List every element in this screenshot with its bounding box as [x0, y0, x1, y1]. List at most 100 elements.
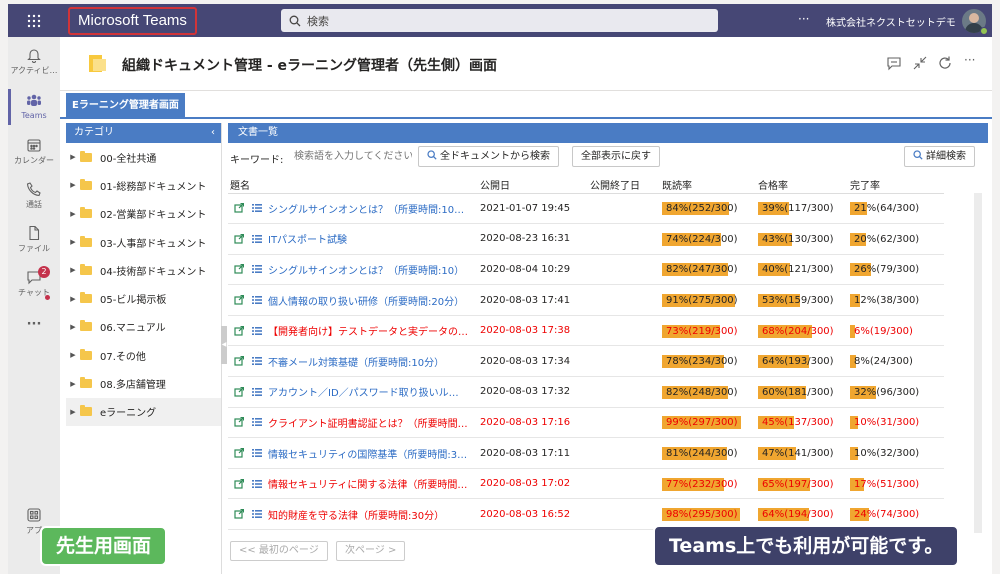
keyword-input[interactable]	[294, 147, 412, 165]
rail-item-calendar[interactable]: カレンダー	[8, 137, 60, 166]
tab-elearning-admin[interactable]: Eラーニング管理者画面	[66, 93, 185, 119]
category-item[interactable]: ▶ 01-総務部ドキュメント	[66, 171, 221, 199]
expand-caret-icon[interactable]: ▶	[66, 351, 80, 359]
list-icon[interactable]	[252, 509, 262, 519]
expand-caret-icon[interactable]: ▶	[66, 266, 80, 274]
category-item[interactable]: ▶ 06.マニュアル	[66, 313, 221, 341]
done-cell: 21%(64/300)	[848, 193, 944, 225]
document-title-link[interactable]: アカウント／ID／パスワード取り扱いルール…	[268, 384, 468, 399]
more-options-icon[interactable]: ···	[964, 53, 980, 69]
app-launcher-icon[interactable]	[8, 4, 60, 37]
end-date-cell	[588, 284, 660, 316]
category-item[interactable]: ▶ 07.その他	[66, 341, 221, 369]
open-external-icon[interactable]	[234, 478, 244, 489]
document-title-link[interactable]: 情報セキュリティに関する法律（所要時間:3…	[268, 476, 468, 491]
document-title-link[interactable]: 【開発者向け】テストデータと実データの取…	[268, 323, 468, 338]
open-external-icon[interactable]	[234, 325, 244, 336]
column-end-date[interactable]: 公開終了日	[588, 176, 660, 194]
table-row[interactable]: 不審メール対策基礎（所要時間:10分） 2020-08-03 17:34 78%(2…	[228, 345, 944, 378]
column-title[interactable]: 題名	[228, 176, 478, 194]
show-all-button[interactable]: 全部表示に戻す	[572, 146, 660, 167]
open-external-icon[interactable]	[234, 356, 244, 366]
column-completion-rate[interactable]: 完了率	[848, 176, 944, 194]
open-external-icon[interactable]	[234, 295, 244, 305]
list-icon[interactable]	[252, 234, 262, 244]
list-icon[interactable]	[252, 448, 262, 458]
expand-caret-icon[interactable]: ▶	[66, 210, 80, 218]
open-external-icon[interactable]	[234, 386, 244, 397]
category-item[interactable]: ▶ 04-技術部ドキュメント	[66, 256, 221, 284]
table-row[interactable]: 情報セキュリティの国際基準（所要時間:30… 2020-08-03 17:11 81…	[228, 437, 944, 469]
rail-more-button[interactable]: ···	[8, 317, 60, 332]
column-read-rate[interactable]: 既読率	[660, 176, 756, 194]
first-page-button[interactable]: << 最初のページ	[230, 541, 328, 561]
table-scrollbar[interactable]	[974, 193, 982, 533]
open-external-icon[interactable]	[234, 233, 244, 244]
rail-item-chat[interactable]: 2 チャット	[8, 266, 60, 300]
document-title-link[interactable]: 個人情報の取り扱い研修（所要時間:20分）	[268, 293, 464, 308]
category-item[interactable]: ▶ 03-人事部ドキュメント	[66, 228, 221, 256]
document-title-link[interactable]: 不審メール対策基礎（所要時間:10分）	[268, 354, 444, 369]
done-bar: 6%(19/300)	[850, 323, 934, 339]
open-external-icon[interactable]	[234, 203, 244, 213]
list-icon[interactable]	[252, 417, 262, 427]
category-item[interactable]: ▶ 00-全社共通	[66, 143, 221, 171]
table-row[interactable]: 【開発者向け】テストデータと実データの取… 2020-08-03 17:38 73%…	[228, 315, 944, 347]
next-page-button[interactable]: 次ページ >	[336, 541, 406, 561]
category-item[interactable]: ▶ eラーニング	[66, 397, 221, 426]
document-title-link[interactable]: クライアント証明書認証とは？（所要時間:1…	[268, 415, 468, 430]
list-icon[interactable]	[252, 203, 262, 213]
table-row[interactable]: クライアント証明書認証とは？（所要時間:1… 2020-08-03 17:16 99…	[228, 407, 944, 439]
table-row[interactable]: シングルサインオンとは？（所要時間:10）01 2021-01-07 19:45 8…	[228, 193, 944, 225]
document-title-link[interactable]: シングルサインオンとは？（所要時間:10）	[268, 262, 464, 277]
rail-item-activity[interactable]: アクティビ…	[8, 47, 60, 76]
category-item[interactable]: ▶ 02-営業部ドキュメント	[66, 200, 221, 228]
document-title-link[interactable]: ITパスポート試験	[268, 231, 347, 246]
table-row[interactable]: ITパスポート試験 2020-08-23 16:31 74%(224/300) 43%…	[228, 223, 944, 255]
table-row[interactable]: アカウント／ID／パスワード取り扱いルール… 2020-08-03 17:32 82…	[228, 376, 944, 408]
rail-item-calls[interactable]: 通話	[8, 181, 60, 210]
rail-label: 通話	[26, 200, 42, 209]
expand-caret-icon[interactable]: ▶	[66, 323, 80, 331]
list-icon[interactable]	[252, 356, 262, 366]
table-row[interactable]: 個人情報の取り扱い研修（所要時間:20分） 2020-08-03 17:41 91%…	[228, 284, 944, 316]
conversation-icon[interactable]	[886, 55, 902, 71]
rail-item-teams[interactable]: Teams	[8, 93, 60, 120]
document-title-link[interactable]: シングルサインオンとは？（所要時間:10）01	[268, 201, 468, 216]
open-external-icon[interactable]	[234, 448, 244, 458]
tenant-name[interactable]: 株式会社ネクストセットデモ	[826, 14, 956, 29]
document-title-link[interactable]: 情報セキュリティの国際基準（所要時間:30…	[268, 446, 468, 461]
list-icon[interactable]	[252, 479, 262, 489]
expand-caret-icon[interactable]: ▶	[66, 408, 80, 416]
search-all-button[interactable]: 全ドキュメントから検索	[418, 146, 559, 167]
expand-caret-icon[interactable]: ▶	[66, 380, 80, 388]
refresh-icon[interactable]	[937, 55, 953, 71]
column-pass-rate[interactable]: 合格率	[756, 176, 848, 194]
title-cell: クライアント証明書認証とは？（所要時間:1…	[228, 407, 478, 439]
open-external-icon[interactable]	[234, 264, 244, 275]
advanced-search-button[interactable]: 詳細検索	[904, 146, 975, 167]
table-row[interactable]: シングルサインオンとは？（所要時間:10） 2020-08-04 10:29 82%…	[228, 254, 944, 286]
expand-caret-icon[interactable]: ▶	[66, 238, 80, 246]
rail-item-files[interactable]: ファイル	[8, 225, 60, 254]
list-icon[interactable]	[252, 264, 262, 274]
table-row[interactable]: 情報セキュリティに関する法律（所要時間:3… 2020-08-03 17:02 77…	[228, 468, 944, 500]
list-icon[interactable]	[252, 387, 262, 397]
category-item[interactable]: ▶ 05-ビル掲示板	[66, 284, 221, 312]
column-publish-date[interactable]: 公開日	[478, 176, 588, 194]
expand-caret-icon[interactable]: ▶	[66, 295, 80, 303]
search-box[interactable]: 検索	[281, 9, 718, 32]
panel-splitter[interactable]: ◀	[221, 326, 227, 364]
expand-caret-icon[interactable]: ▶	[66, 181, 80, 189]
open-external-icon[interactable]	[234, 417, 244, 428]
list-icon[interactable]	[252, 326, 262, 336]
list-icon[interactable]	[252, 295, 262, 305]
more-options-button[interactable]: ···	[798, 12, 809, 26]
done-value: 17%(51/300)	[854, 478, 920, 490]
collapse-icon[interactable]	[912, 55, 928, 71]
collapse-panel-icon[interactable]: ‹	[211, 123, 215, 143]
category-item[interactable]: ▶ 08.多店舗管理	[66, 369, 221, 397]
open-external-icon[interactable]	[234, 509, 244, 519]
document-title-link[interactable]: 知的財産を守る法律（所要時間:30分）	[268, 507, 444, 522]
expand-caret-icon[interactable]: ▶	[66, 153, 80, 161]
